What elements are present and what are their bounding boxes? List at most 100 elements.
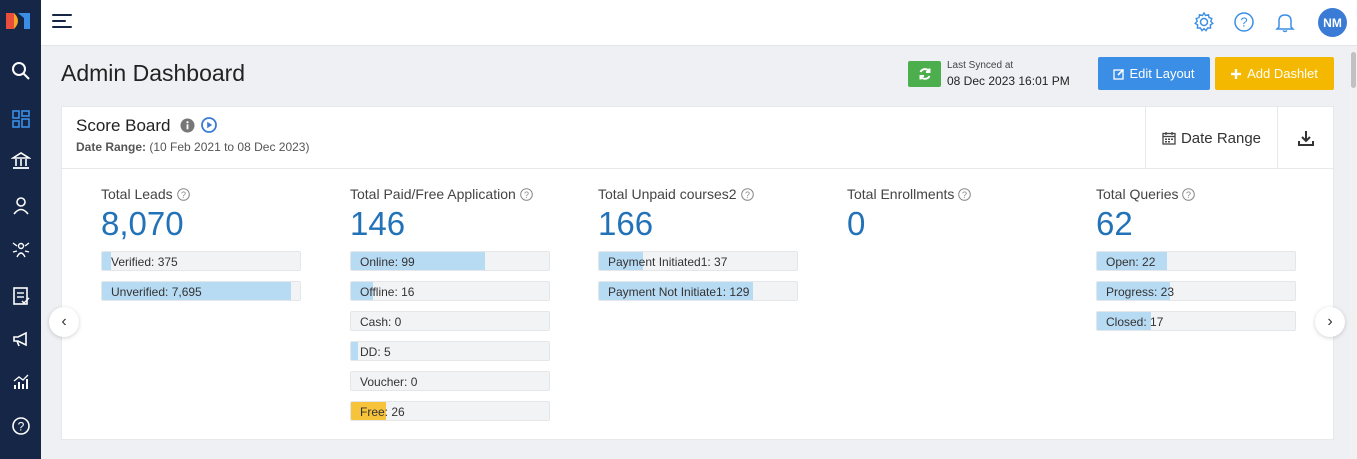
metric-column: Total Paid/Free Application? 146 Online: 9… <box>350 185 550 431</box>
breakdown-bar-fill <box>102 252 112 270</box>
help-icon[interactable]: ? <box>1233 11 1255 33</box>
metric-value: 166 <box>598 205 654 242</box>
network-icon <box>12 242 29 258</box>
question-icon[interactable]: ? <box>958 187 972 201</box>
sidebar-item-help[interactable]: ? <box>0 406 41 446</box>
metric-title: Total Leads? <box>101 185 301 203</box>
metric-title-text: Total Queries <box>1096 186 1179 202</box>
metric-title-text: Total Paid/Free Application <box>350 186 516 202</box>
sidebar-item-reports[interactable] <box>0 362 41 402</box>
bank-icon <box>10 152 31 169</box>
breakdown-bar[interactable]: Voucher: 0 <box>350 371 550 391</box>
breakdown-bar[interactable]: Free: 26 <box>350 401 550 421</box>
breakdown-bar-label: Verified: 375 <box>111 255 178 269</box>
breakdown-bar-label: Cash: 0 <box>360 315 402 329</box>
metric-breakdown: Verified: 375 Unverified: 7,695 <box>101 251 301 301</box>
download-icon <box>1298 131 1314 146</box>
sidebar-item-tasks[interactable] <box>0 276 41 316</box>
add-dashlet-label: Add Dashlet <box>1247 66 1318 81</box>
question-icon[interactable]: ? <box>740 187 754 201</box>
menu-toggle-icon[interactable] <box>52 14 74 30</box>
breakdown-bar-label: Offline: 16 <box>360 285 415 299</box>
add-dashlet-button[interactable]: Add Dashlet <box>1215 57 1334 90</box>
breakdown-bar-label: Open: 22 <box>1106 255 1156 269</box>
app-logo[interactable] <box>4 9 32 33</box>
dashboard-icon <box>11 110 30 128</box>
metric-breakdown: Online: 99 Offline: 16 Cash: 0 DD: 5 Voucher… <box>350 251 550 421</box>
download-button[interactable] <box>1277 107 1334 169</box>
gear-icon[interactable] <box>1193 11 1215 33</box>
breakdown-bar[interactable]: Online: 99 <box>350 251 550 271</box>
sidebar-item-dashboard[interactable] <box>0 99 41 139</box>
user-icon <box>12 197 29 215</box>
breakdown-bar[interactable]: Cash: 0 <box>350 311 550 331</box>
metric-title-text: Total Leads <box>101 186 173 202</box>
breakdown-bar-label: Payment Initiated1: 37 <box>608 255 728 269</box>
info-icon[interactable] <box>180 118 195 133</box>
breakdown-bar[interactable]: DD: 5 <box>350 341 550 361</box>
sidebar-item-institution[interactable] <box>0 141 41 181</box>
top-bar: ? NM <box>41 0 1357 46</box>
metric-title: Total Unpaid courses2? <box>598 185 798 203</box>
date-range-button[interactable]: Date Range <box>1145 107 1277 169</box>
avatar[interactable]: NM <box>1318 8 1347 37</box>
breakdown-bar[interactable]: Closed: 17 <box>1096 311 1296 331</box>
svg-text:?: ? <box>181 189 186 199</box>
metric-title-text: Total Unpaid courses2 <box>598 186 737 202</box>
breakdown-bar[interactable]: Progress: 23 <box>1096 281 1296 301</box>
question-icon[interactable]: ? <box>519 187 533 201</box>
plus-icon <box>1231 68 1242 79</box>
page-scrollbar[interactable] <box>1350 46 1357 459</box>
edit-layout-label: Edit Layout <box>1129 66 1195 81</box>
sidebar-item-campaigns[interactable] <box>0 319 41 359</box>
date-range-button-label: Date Range <box>1180 129 1262 147</box>
scoreboard-header: Score Board Date Range: (10 Feb 2021 to … <box>62 107 1333 169</box>
chevron-right-icon: › <box>1327 313 1333 330</box>
metric-column: Total Leads? 8,070 Verified: 375 Unverified… <box>101 185 301 311</box>
sidebar-item-network[interactable] <box>0 230 41 270</box>
edit-icon <box>1113 68 1125 80</box>
metric-title: Total Enrollments? <box>847 185 1047 203</box>
edit-layout-button[interactable]: Edit Layout <box>1098 57 1210 90</box>
svg-text:?: ? <box>1240 15 1247 30</box>
sidebar-item-search[interactable] <box>0 51 41 91</box>
metric-title: Total Paid/Free Application? <box>350 185 550 203</box>
search-icon <box>11 62 30 80</box>
breakdown-bar-label: DD: 5 <box>360 345 391 359</box>
breakdown-bar-label: Free: 26 <box>360 405 405 419</box>
breakdown-bar-label: Closed: 17 <box>1106 315 1164 329</box>
breakdown-bar[interactable]: Payment Not Initiate1: 129 <box>598 281 798 301</box>
metric-value: 62 <box>1096 205 1133 242</box>
metric-value: 146 <box>350 205 406 242</box>
breakdown-bar-label: Voucher: 0 <box>360 375 418 389</box>
breakdown-bar[interactable]: Offline: 16 <box>350 281 550 301</box>
sidebar-item-users[interactable] <box>0 186 41 226</box>
breakdown-bar-label: Online: 99 <box>360 255 415 269</box>
carousel-prev-button[interactable]: ‹ <box>49 307 79 337</box>
metric-column: Total Queries? 62 Open: 22 Progress: 23 Clos… <box>1096 185 1296 341</box>
breakdown-bar[interactable]: Verified: 375 <box>101 251 301 271</box>
breakdown-bar[interactable]: Unverified: 7,695 <box>101 281 301 301</box>
metric-breakdown: Open: 22 Progress: 23 Closed: 17 <box>1096 251 1296 331</box>
date-range-text: Date Range: (10 Feb 2021 to 08 Dec 2023) <box>76 140 309 154</box>
metric-breakdown: Payment Initiated1: 37 Payment Not Initia… <box>598 251 798 301</box>
metric-title: Total Queries? <box>1096 185 1296 203</box>
date-range-value: (10 Feb 2021 to 08 Dec 2023) <box>149 140 310 154</box>
chart-icon <box>13 374 28 389</box>
play-icon[interactable] <box>201 117 217 133</box>
metric-column: Total Enrollments? 0 <box>847 185 1047 251</box>
breakdown-bar-label: Unverified: 7,695 <box>111 285 202 299</box>
metric-column: Total Unpaid courses2? 166 Payment Initiat… <box>598 185 798 311</box>
checklist-icon <box>12 287 29 305</box>
question-icon[interactable]: ? <box>176 187 190 201</box>
breakdown-bar[interactable]: Payment Initiated1: 37 <box>598 251 798 271</box>
megaphone-icon <box>12 331 27 347</box>
carousel-next-button[interactable]: › <box>1315 307 1345 337</box>
metric-value: 8,070 <box>101 205 184 242</box>
bell-icon[interactable] <box>1274 11 1296 33</box>
sync-button[interactable] <box>908 61 941 87</box>
sync-time: 08 Dec 2023 16:01 PM <box>947 74 1070 88</box>
breakdown-bar[interactable]: Open: 22 <box>1096 251 1296 271</box>
scrollbar-thumb[interactable] <box>1351 52 1356 88</box>
question-icon[interactable]: ? <box>1182 187 1196 201</box>
